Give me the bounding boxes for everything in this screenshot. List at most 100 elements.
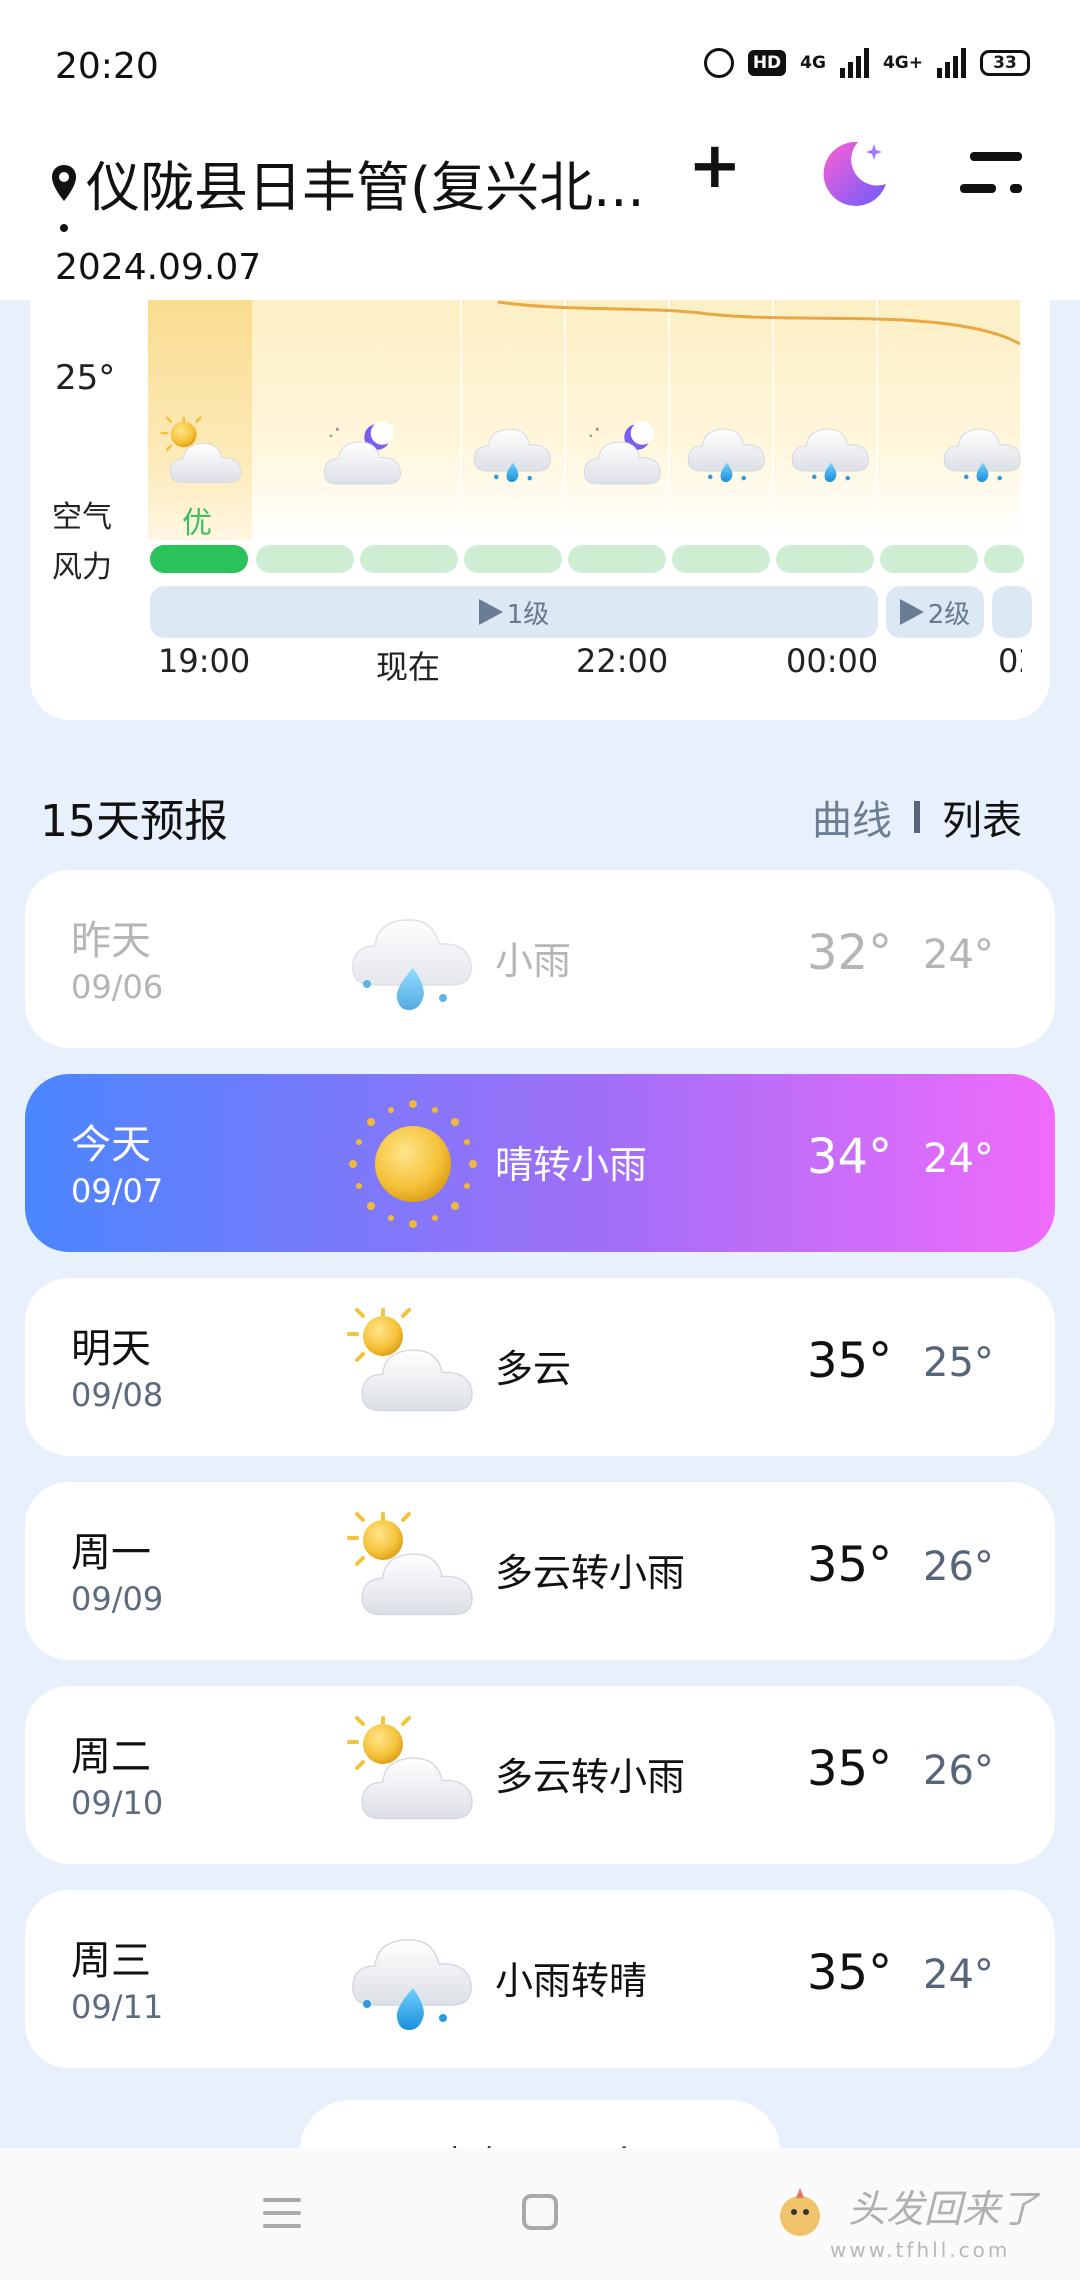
light-rain-icon [682, 410, 772, 500]
day-condition: 小雨 [495, 939, 572, 983]
wind-strength-bar [776, 545, 874, 573]
curve-view-tab[interactable]: 曲线 [812, 788, 892, 846]
temperature-axis-label: 25° [55, 358, 116, 398]
air-quality-label: 空气 [52, 500, 112, 535]
system-nav-bar: 头发回来了 www.tfhll.com [0, 2148, 1080, 2280]
day-low-temp: 26° [923, 1748, 994, 1794]
list-view-tab[interactable]: 列表 [942, 788, 1022, 846]
status-bar: 20:20 HD 4G 4G+ 33 [0, 0, 1080, 130]
wind-strength-bar [880, 545, 978, 573]
day-name: 周三 [71, 1938, 151, 1984]
wind-strength-bar [256, 545, 354, 573]
partly-cloudy-icon [343, 1298, 483, 1438]
wind-strength-bar [568, 545, 666, 573]
forecast-day-row[interactable]: 明天 09/08 多云 35° 25° [25, 1278, 1055, 1456]
day-condition: 小雨转晴 [495, 1959, 648, 2003]
home-button[interactable] [522, 2194, 558, 2230]
day-low-temp: 24° [923, 932, 994, 978]
forecast-section-title: 15天预报 [40, 796, 228, 847]
day-name: 周二 [71, 1734, 151, 1780]
network-type-label: 4G [800, 53, 826, 73]
wind-strength-bar [672, 545, 770, 573]
day-date: 09/07 [71, 1172, 164, 1210]
hourly-forecast-card[interactable]: 25° 空气 风力 优 1级 2级 19:00 现在 22:00 00:00 0… [30, 300, 1050, 720]
cloudy-night-icon [578, 410, 668, 500]
day-low-temp: 25° [923, 1340, 994, 1386]
hour-label: 22:00 [576, 642, 669, 680]
wind-level-label: 2级 [927, 599, 971, 630]
day-date: 09/10 [71, 1784, 164, 1822]
wind-strength-bar [464, 545, 562, 573]
signal-icon [839, 48, 869, 78]
wind-strength-bar [150, 545, 248, 573]
app-header: 20:20 HD 4G 4G+ 33 仪陇县日丰管(复兴北... + 2024.… [0, 0, 1080, 300]
day-high-temp: 32° [807, 925, 893, 981]
watermark-text: 头发回来了 [848, 2187, 1039, 2231]
hd-voice-icon: HD [747, 50, 787, 76]
hour-label: 19:00 [158, 642, 251, 680]
wind-direction-icon [899, 599, 924, 625]
view-switch: 曲线 列表 [812, 788, 1022, 846]
moon-icon[interactable] [818, 136, 892, 210]
day-high-temp: 35° [807, 1537, 893, 1593]
day-name: 昨天 [71, 918, 151, 964]
partly-cloudy-icon [158, 410, 248, 500]
wind-strength-bar [360, 545, 458, 573]
location-selector[interactable]: 仪陇县日丰管(复兴北... [50, 143, 645, 222]
watermark-logo-icon [780, 2188, 820, 2236]
hour-label: 02 [998, 642, 1022, 680]
day-low-temp: 26° [923, 1544, 994, 1590]
rain-cloud-icon [343, 1910, 483, 2050]
hour-label: 现在 [376, 648, 441, 686]
menu-button[interactable] [960, 146, 1022, 198]
alarm-icon [703, 48, 734, 78]
light-rain-icon [786, 410, 876, 500]
day-high-temp: 35° [807, 1333, 893, 1389]
day-name: 明天 [71, 1326, 151, 1372]
battery-icon: 33 [980, 50, 1030, 76]
watermark: 头发回来了 www.tfhll.com [770, 2178, 1070, 2268]
day-high-temp: 35° [807, 1945, 893, 2001]
day-condition: 多云 [495, 1347, 572, 1391]
day-low-temp: 24° [923, 1136, 994, 1182]
wind-level-segment [992, 586, 1032, 638]
day-date: 09/09 [71, 1580, 164, 1618]
day-date: 09/06 [71, 968, 164, 1006]
wind-level-segment: 1级 [150, 586, 878, 638]
wind-level-label: 1级 [506, 599, 550, 630]
forecast-day-row[interactable]: 周三 09/11 小雨转晴 35° 24° [25, 1890, 1055, 2068]
forecast-day-row[interactable]: 周一 09/09 多云转小雨 35° 26° [25, 1482, 1055, 1660]
light-rain-icon [938, 410, 1028, 500]
day-high-temp: 34° [807, 1129, 893, 1185]
day-low-temp: 24° [923, 1952, 994, 1998]
wind-direction-icon [478, 599, 503, 625]
rain-cloud-icon [343, 890, 483, 1030]
forecast-day-row-today[interactable]: 今天 09/07 晴转小雨 34° 24° [25, 1074, 1055, 1252]
air-quality-value: 优 [182, 506, 212, 541]
partly-cloudy-icon [343, 1706, 483, 1846]
hour-label: 00:00 [786, 642, 879, 680]
network-type-label-2: 4G+ [882, 53, 923, 73]
current-date: 2024.09.07 [55, 247, 262, 288]
sun-icon [343, 1094, 483, 1234]
day-date: 09/11 [71, 1988, 164, 2026]
forecast-day-row[interactable]: 周二 09/10 多云转小雨 35° 26° [25, 1686, 1055, 1864]
watermark-url: www.tfhll.com [830, 2238, 1011, 2262]
location-pin-icon [52, 164, 76, 201]
signal-icon-2 [937, 48, 966, 78]
location-name: 仪陇县日丰管(复兴北... [86, 156, 645, 219]
page-indicator-dot [60, 224, 68, 232]
add-city-button[interactable]: + [688, 134, 742, 198]
light-rain-icon [468, 410, 558, 500]
wind-strength-bar [984, 545, 1024, 573]
recent-apps-button[interactable] [263, 2196, 301, 2230]
wind-label: 风力 [52, 550, 112, 585]
day-condition: 多云转小雨 [495, 1755, 686, 1799]
status-time: 20:20 [55, 46, 159, 87]
day-name: 周一 [71, 1530, 151, 1576]
day-name: 今天 [71, 1122, 151, 1168]
day-condition: 晴转小雨 [495, 1143, 648, 1187]
cloudy-night-icon [318, 410, 408, 500]
forecast-day-row[interactable]: 昨天 09/06 小雨 32° 24° [25, 870, 1055, 1048]
partly-cloudy-icon [343, 1502, 483, 1642]
